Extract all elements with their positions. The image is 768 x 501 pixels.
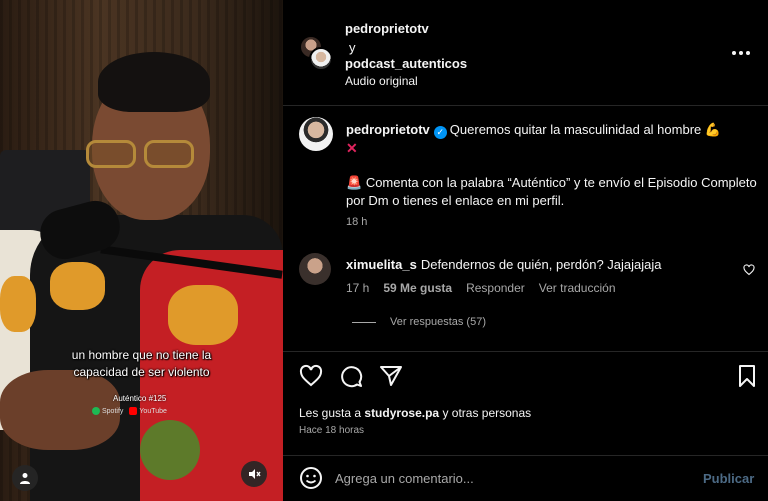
post-actions <box>299 364 759 390</box>
post-header: pedroprietotv y podcast_autenticos Audio… <box>283 0 768 106</box>
caption-time: 18 h <box>346 216 368 228</box>
heart-icon <box>743 264 755 276</box>
share-button[interactable] <box>379 364 403 388</box>
caption-avatar[interactable] <box>299 117 333 151</box>
comment-avatar[interactable] <box>299 253 331 285</box>
comment-text: Defendernos de quién, perdón? Jajajajaja <box>420 257 662 272</box>
likes-suffix[interactable]: y otras personas <box>442 406 531 420</box>
translate-button[interactable]: Ver traducción <box>539 281 616 295</box>
header-connector: y <box>349 40 356 55</box>
reply-button[interactable]: Responder <box>466 281 525 295</box>
mute-button[interactable] <box>241 461 267 487</box>
caption-text: Queremos quitar la masculinidad al hombr… <box>449 122 702 137</box>
header-username-1[interactable]: pedroprietotv <box>345 21 429 36</box>
episode-label: Auténtico #125 <box>113 394 167 403</box>
comment: ximuelita_s Defendernos de quién, perdón?… <box>346 257 662 272</box>
episode-brands: Spotify YouTube <box>92 407 167 415</box>
spotify-label: Spotify <box>92 407 123 415</box>
comment-username[interactable]: ximuelita_s <box>346 257 417 272</box>
siren-icon: 🚨 <box>346 175 363 190</box>
caption-username[interactable]: pedroprietotv <box>346 122 430 137</box>
video-green-patch <box>140 420 200 480</box>
divider <box>283 455 768 456</box>
video-sunglasses <box>86 140 198 168</box>
video-tiger-patch <box>168 285 238 345</box>
emoji-icon <box>300 467 322 489</box>
comment-input[interactable] <box>335 464 675 492</box>
video-hair <box>98 52 210 112</box>
view-replies-button[interactable]: Ver respuestas (57) <box>352 316 486 328</box>
bookmark-icon <box>739 365 755 387</box>
more-options-button[interactable] <box>729 41 753 65</box>
more-icon <box>746 51 750 55</box>
post-caption: pedroprietotv ✓ Queremos quitar la masculi… <box>346 121 746 158</box>
comment-meta: 17 h 59 Me gusta Responder Ver traducció… <box>346 281 616 295</box>
post-comment-button[interactable]: Publicar <box>703 471 754 486</box>
replies-divider <box>352 321 376 323</box>
flexed-biceps-icon: 💪 <box>704 122 722 137</box>
avatar <box>309 47 333 71</box>
view-replies-label: Ver respuestas (57) <box>390 316 486 328</box>
divider <box>283 351 768 352</box>
tagged-users-button[interactable] <box>12 465 38 491</box>
save-button[interactable] <box>735 364 759 388</box>
caption-cta-text: Comenta con la palabra “Auténtico” y te … <box>346 175 757 208</box>
send-icon <box>380 366 402 386</box>
likes-summary: Les gusta a studyrose.pa y otras persona… <box>299 406 531 420</box>
like-button[interactable] <box>299 364 323 388</box>
video-tiger-patch <box>50 262 105 310</box>
audio-link[interactable]: Audio original <box>345 74 418 88</box>
reel-video[interactable]: un hombre que no tiene la capacidad de s… <box>0 0 283 501</box>
heart-icon <box>299 364 323 387</box>
collab-avatars[interactable] <box>299 35 333 71</box>
youtube-icon <box>129 407 138 415</box>
mute-icon <box>249 469 261 479</box>
emoji-button[interactable] <box>299 466 323 490</box>
comment-likes[interactable]: 59 Me gusta <box>383 281 452 295</box>
spotify-icon <box>92 407 100 415</box>
likes-prefix: Les gusta a <box>299 406 362 420</box>
video-tiger-patch <box>0 276 36 332</box>
comment-time: 17 h <box>346 281 370 295</box>
comment-icon <box>341 366 363 388</box>
post-time: Hace 18 horas <box>299 425 365 436</box>
comment-button[interactable] <box>339 364 363 388</box>
video-subtitle-line1: un hombre que no tiene la <box>71 348 212 362</box>
more-icon <box>732 51 736 55</box>
verified-badge-icon: ✓ <box>433 126 447 139</box>
likes-user[interactable]: studyrose.pa <box>364 406 439 420</box>
youtube-label: YouTube <box>129 407 167 415</box>
caption-paragraph: 🚨 Comenta con la palabra “Auténtico” y t… <box>346 174 766 210</box>
comment-like-button[interactable] <box>743 263 755 281</box>
post-panel: pedroprietotv y podcast_autenticos Audio… <box>283 0 768 501</box>
more-icon <box>739 51 743 55</box>
video-subtitle-line2: capacidad de ser violento <box>73 365 210 379</box>
cross-mark-icon: ✕ <box>346 140 358 156</box>
user-icon <box>20 473 30 484</box>
header-username-2[interactable]: podcast_autenticos <box>345 56 467 71</box>
